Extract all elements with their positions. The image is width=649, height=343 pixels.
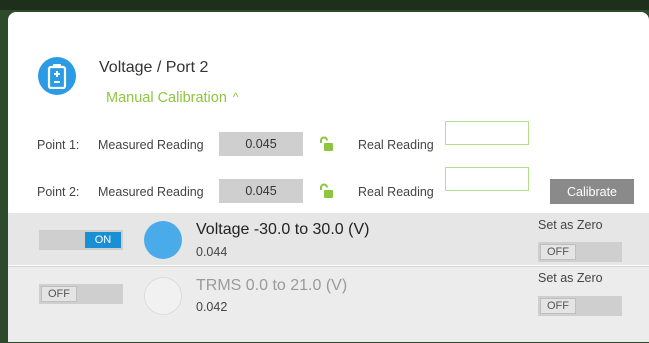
toggle-knob: OFF <box>540 298 576 314</box>
manual-calibration-label: Manual Calibration <box>106 90 227 106</box>
set-as-zero-label: Set as Zero <box>538 218 603 232</box>
calibrate-button[interactable]: Calibrate <box>550 179 634 204</box>
unlocked-icon[interactable] <box>318 183 334 199</box>
point-2-measured-value: 0.045 <box>219 179 303 203</box>
sensor-color-indicator[interactable] <box>144 221 182 259</box>
point-1-real-input[interactable] <box>445 121 529 145</box>
set-as-zero-toggle[interactable]: OFF <box>538 242 622 262</box>
sensor-name: TRMS 0.0 to 21.0 (V) <box>196 277 348 294</box>
sensor-name: Voltage -30.0 to 30.0 (V) <box>196 221 370 238</box>
unlocked-icon[interactable] <box>318 136 334 152</box>
set-as-zero-label: Set as Zero <box>538 271 603 285</box>
toggle-knob: OFF <box>41 286 77 302</box>
sensor-color-indicator[interactable] <box>144 277 182 315</box>
sensor-settings-panel: Voltage / Port 2 Manual Calibration ^ Poi… <box>8 12 649 342</box>
chevron-up-icon: ^ <box>232 90 239 104</box>
manual-calibration-toggle[interactable]: Manual Calibration ^ <box>106 90 239 106</box>
battery-icon <box>38 57 76 95</box>
sensor-value: 0.042 <box>196 300 228 314</box>
sensor-row: ON Voltage -30.0 to 30.0 (V) 0.044 Set a… <box>8 213 649 265</box>
page-title: Voltage / Port 2 <box>99 59 209 76</box>
point-1-measured-value: 0.045 <box>219 132 303 156</box>
point-2-real-input[interactable] <box>445 167 529 191</box>
sensor-on-toggle[interactable]: OFF <box>39 284 123 304</box>
sensor-row: OFF TRMS 0.0 to 21.0 (V) 0.042 Set as Ze… <box>8 266 649 342</box>
point-1-real-label: Real Reading <box>358 138 434 152</box>
point-1-label: Point 1: <box>37 138 80 152</box>
toggle-knob: OFF <box>540 244 576 260</box>
point-2-measured-label: Measured Reading <box>98 185 204 199</box>
window-top-strip <box>0 0 649 10</box>
toggle-knob: ON <box>85 232 121 248</box>
set-as-zero-toggle[interactable]: OFF <box>538 296 622 316</box>
sensor-value: 0.044 <box>196 245 228 259</box>
point-1-measured-label: Measured Reading <box>98 138 204 152</box>
point-2-label: Point 2: <box>37 185 80 199</box>
sensor-on-toggle[interactable]: ON <box>39 230 123 250</box>
point-2-real-label: Real Reading <box>358 185 434 199</box>
